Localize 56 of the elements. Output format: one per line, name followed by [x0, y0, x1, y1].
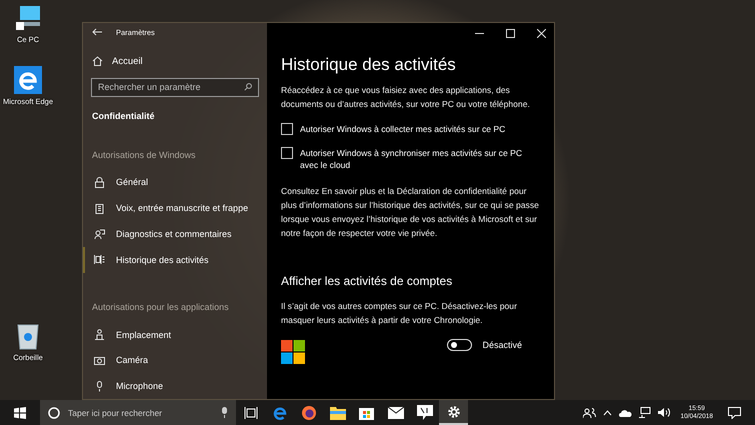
- person-pin-icon: [94, 329, 105, 340]
- speech-bubble-icon: [416, 405, 432, 420]
- info-text: Consultez En savoir plus et la Déclaration de confidentialité pour plus d’informations sur l’historique des activités, sur ce qui se passe lorsque vous envoyez l’historique de vos activités à Microsoft et sur notre façon de respecter votre vie privée.: [281, 185, 540, 240]
- shopping-bag-icon: [359, 405, 374, 420]
- cloud-icon[interactable]: [619, 408, 632, 416]
- envelope-icon: [388, 406, 404, 418]
- taskbar-search-field[interactable]: Taper ici pour rechercher: [40, 400, 236, 425]
- browser-icon: [272, 406, 286, 420]
- task-view-icon: [244, 406, 258, 418]
- recycle-bin-icon[interactable]: [15, 322, 41, 350]
- checkbox[interactable]: [281, 123, 293, 135]
- notification-icon[interactable]: [728, 406, 741, 418]
- caret-up-icon[interactable]: [603, 410, 612, 416]
- accounts-description: Il s’agit de vos autres comptes sur ce PC. Désactivez-les pour masquer leurs activités à partir de votre Chronologie.: [281, 300, 518, 327]
- windows-logo-icon[interactable]: [14, 406, 26, 418]
- four-squares-logo: [281, 340, 305, 364]
- back-arrow-icon[interactable]: [92, 28, 102, 36]
- clipboard-icon: [94, 202, 105, 214]
- section-heading: Afficher les activités de comptes: [281, 274, 454, 288]
- sidebar-item[interactable]: Caméra: [83, 347, 267, 374]
- section-heading: Confidentialité: [91, 110, 156, 121]
- checkbox[interactable]: [281, 147, 293, 159]
- intro-text: Réaccédez à ce que vous faisiez avec des applications, des documents ou d’autres activités, sur votre PC ou votre téléphone.: [281, 84, 531, 111]
- sidebar-item[interactable]: Microphone: [83, 373, 267, 399]
- toggle-label: Désactivé: [482, 340, 522, 350]
- network-icon[interactable]: [639, 407, 652, 418]
- home-icon: [92, 56, 103, 66]
- browser-icon[interactable]: [14, 66, 42, 94]
- sidebar-item[interactable]: Diagnostics et commentaires: [83, 221, 267, 247]
- maximize-icon[interactable]: [506, 28, 515, 38]
- sidebar-item[interactable]: Voix, entrée manuscrite et frappe: [83, 195, 267, 222]
- circle-icon: [48, 406, 60, 418]
- checkbox-label: Autoriser Windows à synchroniser mes activités sur ce PC avec le cloud: [300, 147, 524, 171]
- home-link[interactable]: Accueil: [83, 42, 267, 74]
- sidebar-item[interactable]: Emplacement: [83, 322, 267, 348]
- group-heading: Autorisations de Windows: [91, 148, 197, 162]
- speaker-icon[interactable]: [658, 407, 672, 418]
- microphone-icon[interactable]: [221, 407, 228, 418]
- checkbox-label: Autoriser Windows à collecter mes activités sur ce PC: [300, 123, 506, 135]
- settings-icon: [446, 404, 460, 418]
- people-icon[interactable]: [583, 407, 596, 418]
- lock-icon: [94, 176, 105, 188]
- search-icon: [244, 83, 252, 92]
- computer-icon[interactable]: [14, 4, 42, 32]
- gear-taskbar-button[interactable]: [439, 400, 468, 425]
- timeline-icon: [94, 254, 105, 266]
- camera-icon: [94, 354, 105, 366]
- search-field[interactable]: Rechercher un paramètre: [91, 78, 259, 97]
- close-icon[interactable]: [537, 28, 546, 38]
- microphone-icon: [94, 380, 105, 392]
- toggle-switch[interactable]: [447, 339, 472, 351]
- group-heading: Autorisations pour les applications: [91, 300, 230, 314]
- folder-icon: [330, 406, 346, 420]
- feedback-icon: [94, 228, 105, 240]
- sidebar-item[interactable]: Général: [83, 170, 267, 196]
- page-title: Historique des activités: [281, 55, 457, 75]
